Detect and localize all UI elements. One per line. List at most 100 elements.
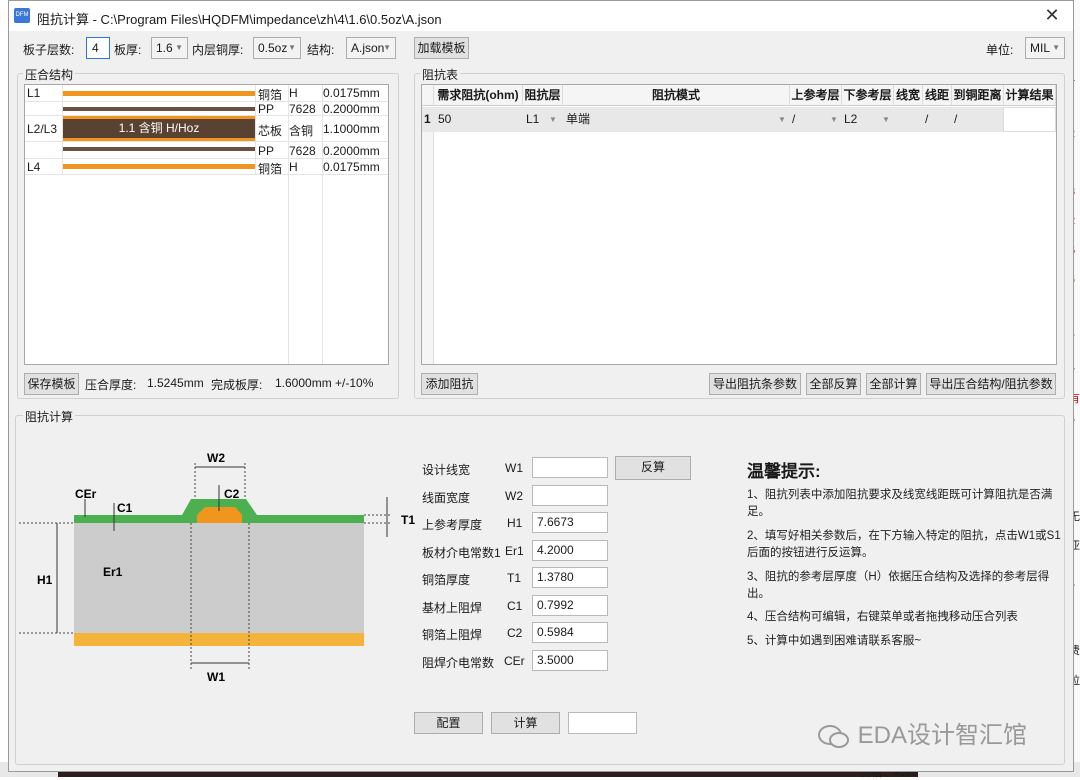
load-template-button[interactable]: 加载模板 bbox=[414, 37, 469, 59]
impedance-layer-cell[interactable]: L1 bbox=[526, 107, 539, 132]
stackup-title: 压合结构 bbox=[23, 66, 76, 83]
reverse-calc-button[interactable]: 反算 bbox=[615, 456, 691, 480]
close-icon[interactable]: ✕ bbox=[1041, 5, 1063, 27]
layers-input[interactable]: 4 bbox=[86, 37, 110, 59]
unit-select[interactable]: MIL ▼ bbox=[1025, 37, 1065, 59]
er1-input[interactable]: 4.2000 bbox=[532, 540, 608, 561]
field-label-cer: 阻焊介电常数 bbox=[422, 656, 495, 670]
impedance-table[interactable]: 需求阻抗(ohm) 阻抗层 阻抗模式 上参考层 下参考层 线宽 线距 到铜距离 … bbox=[421, 84, 1057, 365]
w2-input[interactable] bbox=[532, 485, 608, 506]
copper-layer-graphic bbox=[62, 85, 256, 101]
layer-material: 含铜 bbox=[289, 124, 314, 138]
c2-input[interactable]: 0.5984 bbox=[532, 622, 608, 643]
result-cell[interactable] bbox=[1003, 107, 1056, 132]
copper-layer-graphic bbox=[62, 159, 256, 174]
structure-select[interactable]: A.json ▼ bbox=[346, 37, 396, 59]
calc-title: 阻抗计算 bbox=[23, 408, 76, 425]
column-header[interactable]: 线宽 bbox=[894, 85, 923, 106]
h1-input[interactable]: 7.6673 bbox=[532, 512, 608, 533]
field-sym-t1: T1 bbox=[507, 571, 522, 585]
thickness-select[interactable]: 1.6 ▼ bbox=[151, 37, 188, 59]
chevron-down-icon: ▼ bbox=[882, 115, 890, 124]
calc-result-field[interactable] bbox=[568, 712, 637, 734]
row-header-corner bbox=[422, 85, 434, 106]
export-all-button[interactable]: 导出压合结构/阻抗参数 bbox=[926, 373, 1056, 395]
config-button[interactable]: 配置 bbox=[414, 712, 483, 734]
copper-bar bbox=[63, 164, 255, 169]
export-params-button[interactable]: 导出阻抗条参数 bbox=[709, 373, 801, 395]
unit-value: MIL bbox=[1030, 41, 1051, 55]
thickness-value: 1.6 bbox=[156, 41, 173, 55]
stackup-row[interactable]: L4 铜箔 H 0.0175mm bbox=[25, 159, 388, 176]
layer-thickness: 0.0175mm bbox=[323, 160, 380, 174]
stackup-row[interactable]: PP 7628 0.2000mm bbox=[25, 142, 388, 159]
core-layer-graphic: 1.1 含铜 H/Hoz bbox=[62, 116, 256, 141]
column-header[interactable]: 上参考层 bbox=[790, 85, 842, 106]
save-template-button[interactable]: 保存模板 bbox=[24, 373, 79, 395]
reference-plane-shape bbox=[74, 633, 364, 646]
inner-cu-select[interactable]: 0.5oz ▼ bbox=[253, 37, 301, 59]
title-bar[interactable]: DFM 阻抗计算 - C:\Program Files\HQDFM\impeda… bbox=[9, 1, 1073, 31]
field-sym-er1: Er1 bbox=[505, 544, 524, 558]
inner-cu-value: 0.5oz bbox=[258, 41, 288, 55]
layer-type: PP bbox=[258, 144, 275, 158]
chevron-down-icon: ▼ bbox=[288, 43, 296, 52]
field-label-c2: 铜箔上阻焊 bbox=[422, 628, 483, 642]
column-header[interactable]: 线距 bbox=[923, 85, 952, 106]
chevron-down-icon: ▼ bbox=[830, 115, 838, 124]
layer-material: H bbox=[289, 160, 298, 174]
layer-type: PP bbox=[258, 102, 275, 116]
layer-thickness: 1.1000mm bbox=[323, 122, 380, 136]
column-header[interactable]: 计算结果 bbox=[1004, 85, 1056, 106]
column-header[interactable]: 到铜距离 bbox=[952, 85, 1004, 106]
app-icon: DFM bbox=[14, 8, 30, 23]
stackup-row[interactable]: L1 铜箔 H 0.0175mm bbox=[25, 85, 388, 102]
w1-label: W1 bbox=[207, 670, 225, 684]
row-header-strip bbox=[422, 132, 434, 364]
chevron-down-icon: ▼ bbox=[1052, 43, 1060, 52]
structure-label: 结构: bbox=[307, 43, 335, 57]
column-header[interactable]: 下参考层 bbox=[842, 85, 894, 106]
spacing-cell[interactable]: / bbox=[954, 107, 957, 132]
c1-label: C1 bbox=[117, 501, 133, 515]
upper-ref-cell[interactable]: / bbox=[792, 107, 795, 132]
t1-input[interactable]: 1.3780 bbox=[532, 567, 608, 588]
tip-item: 1、阻抗列表中添加阻抗要求及线宽线距既可计算阻抗是否满足。 bbox=[747, 489, 1053, 518]
pp-layer-graphic bbox=[62, 102, 256, 115]
layer-type: 铜箔 bbox=[258, 162, 283, 176]
press-thickness-value: 1.5245mm bbox=[147, 376, 204, 390]
calculate-button[interactable]: 计算 bbox=[491, 712, 560, 734]
layers-label: 板子层数: bbox=[23, 43, 75, 57]
w1-input[interactable] bbox=[532, 457, 608, 478]
column-header[interactable]: 阻抗层 bbox=[523, 85, 563, 106]
add-impedance-button[interactable]: 添加阻抗 bbox=[421, 373, 478, 395]
reverse-all-button[interactable]: 全部反算 bbox=[806, 373, 861, 395]
field-sym-w2: W2 bbox=[505, 489, 523, 503]
stackup-row[interactable]: L2/L3 1.1 含铜 H/Hoz 芯板 含铜 1.1000mm bbox=[25, 116, 388, 142]
tips-title: 温馨提示: bbox=[747, 462, 821, 481]
stackup-list[interactable]: L1 铜箔 H 0.0175mm PP 7628 0.2000mm L2/L3 … bbox=[24, 84, 389, 365]
width-cell[interactable]: / bbox=[925, 107, 928, 132]
calc-all-button[interactable]: 全部计算 bbox=[866, 373, 921, 395]
lower-ref-cell[interactable]: L2 bbox=[844, 107, 857, 132]
stackup-row[interactable]: PP 7628 0.2000mm bbox=[25, 102, 388, 116]
layer-name: L2/L3 bbox=[27, 122, 58, 136]
field-sym-c1: C1 bbox=[507, 599, 523, 613]
field-label-er1: 板材介电常数1 bbox=[422, 546, 501, 560]
c1-input[interactable]: 0.7992 bbox=[532, 595, 608, 616]
table-row[interactable] bbox=[422, 107, 1003, 132]
layer-material: 7628 bbox=[289, 144, 316, 158]
layer-name: L1 bbox=[27, 86, 41, 100]
layer-type: 芯板 bbox=[258, 124, 283, 138]
target-impedance-cell[interactable]: 50 bbox=[438, 107, 451, 132]
chevron-down-icon: ▼ bbox=[175, 43, 183, 52]
column-header[interactable]: 需求阻抗(ohm) bbox=[434, 85, 523, 106]
cer-input[interactable]: 3.5000 bbox=[532, 650, 608, 671]
column-header[interactable]: 阻抗模式 bbox=[563, 85, 790, 106]
pp-layer-graphic bbox=[62, 142, 256, 158]
impedance-title: 阻抗表 bbox=[420, 66, 461, 83]
unit-label: 单位: bbox=[986, 43, 1014, 57]
layer-thickness: 0.2000mm bbox=[323, 102, 380, 116]
thickness-label: 板厚: bbox=[114, 43, 142, 57]
impedance-mode-cell[interactable]: 单端 bbox=[566, 107, 590, 132]
